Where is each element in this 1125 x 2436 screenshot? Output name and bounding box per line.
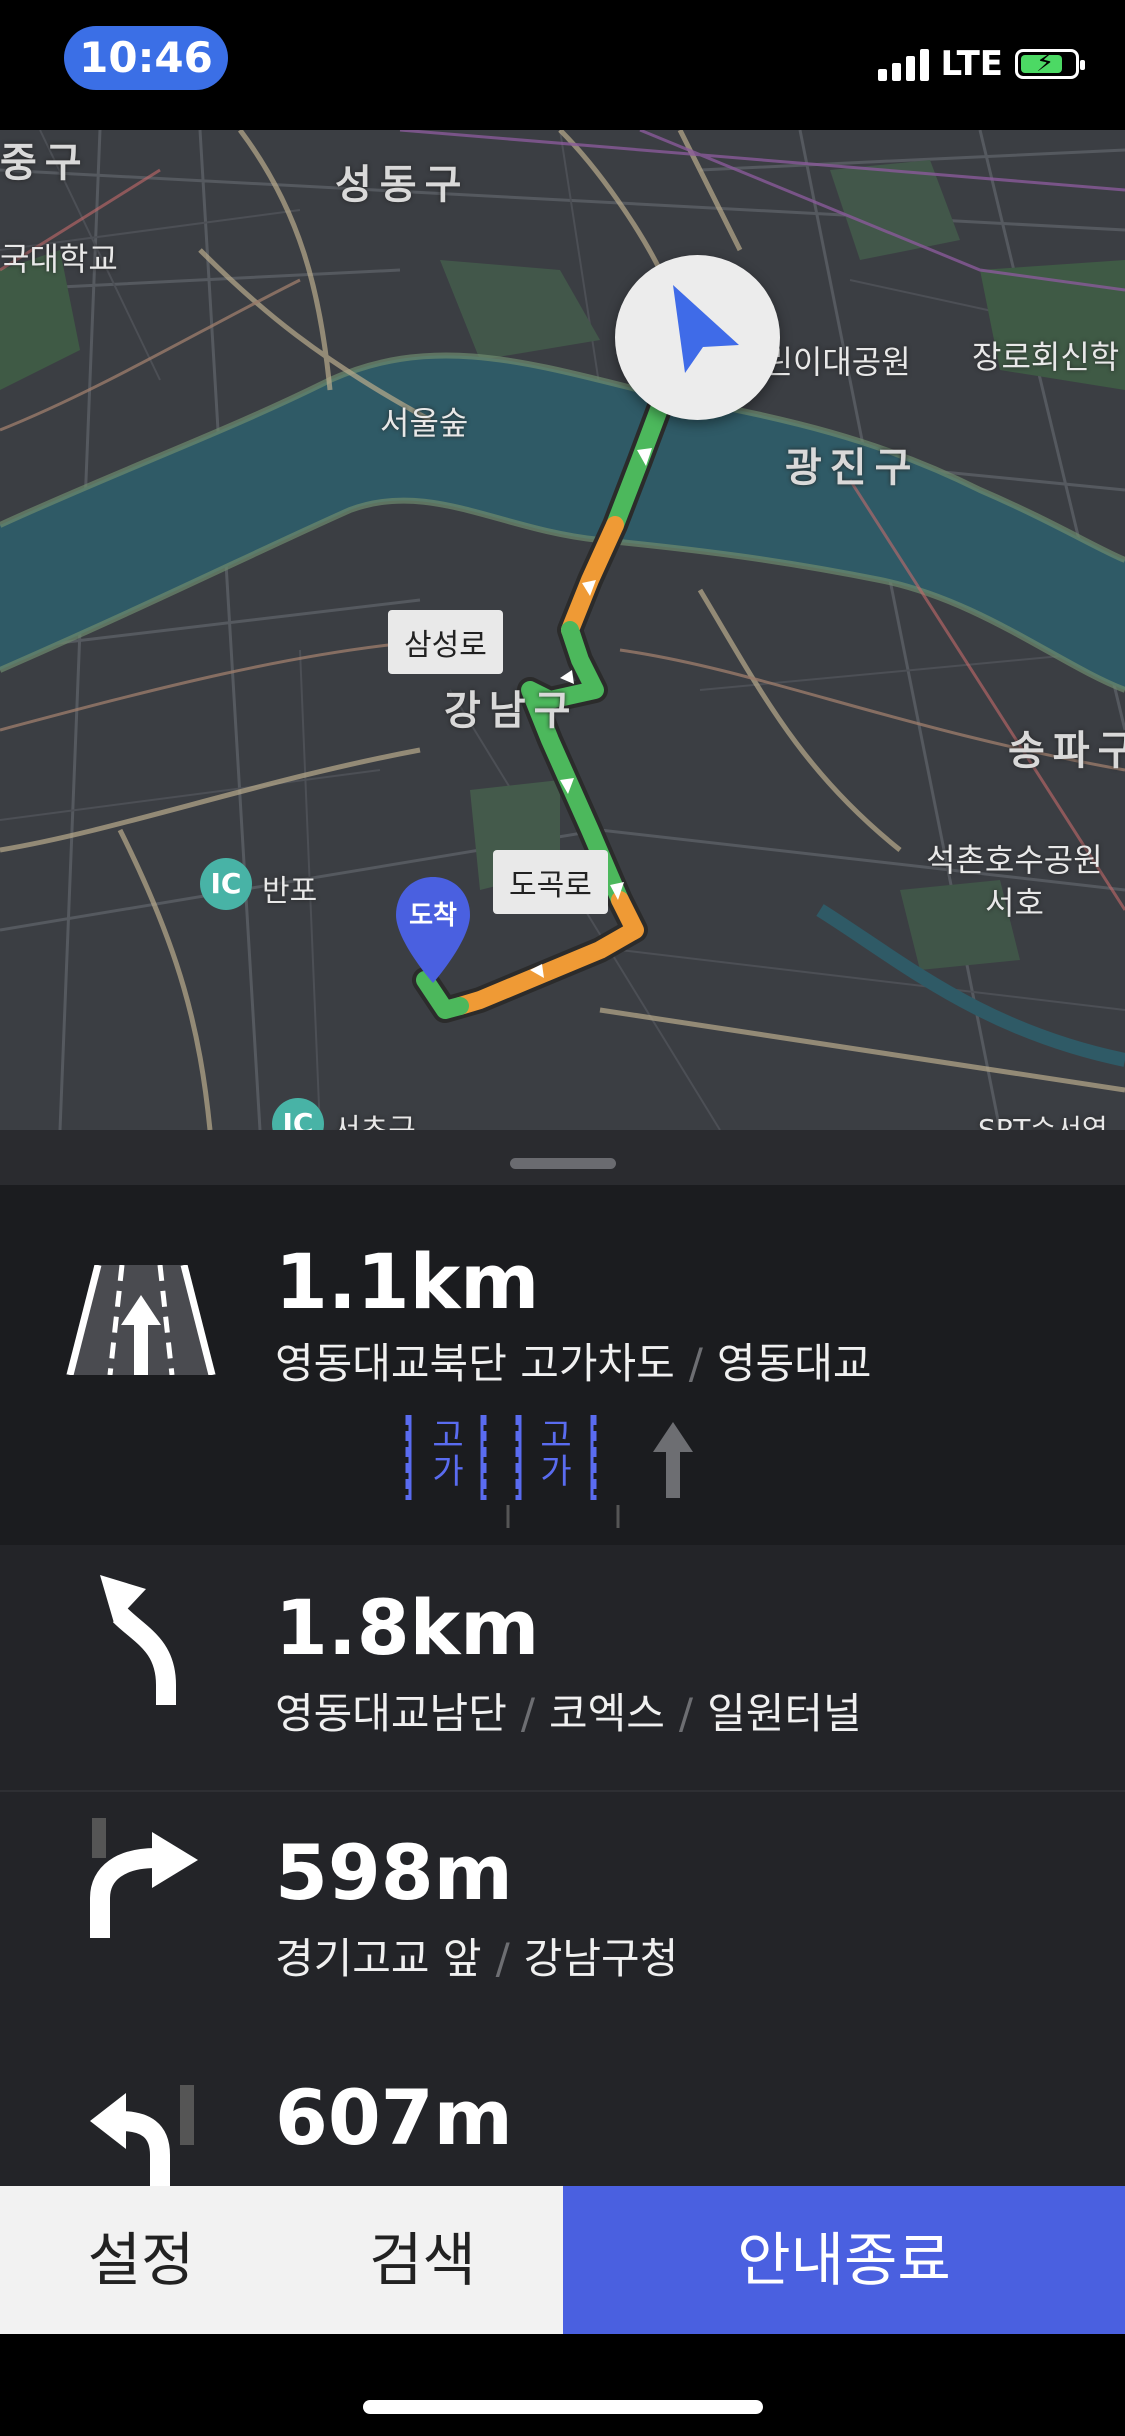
home-indicator[interactable]	[363, 2400, 763, 2414]
turn-right-arrow-icon	[90, 1818, 198, 1938]
lane-label-overpass: 고가	[432, 1416, 464, 1492]
guidance-step[interactable]: 607m	[0, 2035, 1125, 2186]
guidance-step[interactable]: 598m 경기고교 앞 / 강남구청	[0, 1790, 1125, 2035]
guidance-sheet: 1.1km 영동대교북단 고가차도 / 영동대교 고가 고가 1.8km 영동대교남…	[0, 1130, 1125, 2186]
map-label-srt: SRT수서역	[978, 1113, 1108, 1130]
step-distance: 607m	[275, 2073, 513, 2162]
road-name: 강남구청	[523, 1934, 679, 1983]
map-label-banpo: 반포	[262, 874, 318, 909]
road-sign-samseong: 삼성로	[388, 610, 503, 674]
settings-button[interactable]: 설정	[0, 2186, 282, 2334]
road-name: 코엑스	[549, 1689, 665, 1738]
battery-charging-icon: ⚡	[1015, 48, 1085, 79]
road-sign-dogok: 도곡로	[493, 850, 608, 914]
current-location-puck[interactable]	[615, 255, 780, 420]
destination-pin[interactable]: 도착	[392, 875, 474, 987]
map-label-seongdong: 성동구	[335, 162, 470, 208]
bottom-action-bar: 설정 검색 안내종료	[0, 2186, 1125, 2334]
step-distance: 1.1km	[275, 1237, 540, 1326]
status-time: 10:46	[64, 26, 228, 90]
status-bar: 10:46 LTE ⚡	[0, 0, 1125, 130]
map-label-seoul-forest: 서울숲	[380, 404, 469, 442]
ic-badge-banpo: IC	[200, 858, 252, 910]
map-label-gwangjin: 광진구	[785, 445, 920, 491]
turn-left-arrow-icon	[100, 1575, 176, 1705]
map-canvas	[0, 130, 1125, 1130]
home-indicator-area	[0, 2334, 1125, 2436]
straight-lanes-icon	[66, 1265, 216, 1375]
road-name: 경기고교 앞	[275, 1934, 482, 1983]
road-name: 영동대교북단 고가차도	[275, 1339, 675, 1388]
road-name: 영동대교	[716, 1339, 872, 1388]
network-type: LTE	[940, 44, 1003, 84]
destination-pin-label: 도착	[409, 901, 457, 931]
navigation-arrow-icon	[673, 285, 739, 373]
map-label-jangro: 장로회신학	[972, 338, 1120, 376]
step-distance: 598m	[275, 1828, 513, 1917]
road-name: 영동대교남단	[275, 1689, 507, 1738]
map-label-seocho: 서초구	[333, 1105, 416, 1130]
guidance-step-current[interactable]: 1.1km 영동대교북단 고가차도 / 영동대교 고가 고가	[0, 1185, 1125, 1545]
separator: /	[495, 1934, 510, 1983]
guidance-step[interactable]: 1.8km 영동대교남단 / 코엑스 / 일원터널	[0, 1545, 1125, 1792]
step-road-names: 경기고교 앞 / 강남구청	[275, 1925, 678, 1986]
map-label-konkuk: 국대학교	[0, 240, 118, 278]
separator: /	[678, 1689, 694, 1738]
sheet-drag-area[interactable]	[0, 1130, 1125, 1185]
map-label-junggu: 중구	[0, 140, 90, 186]
separator: /	[688, 1339, 703, 1388]
step-distance: 1.8km	[275, 1583, 540, 1672]
map-label-seoho: 서호	[985, 884, 1044, 922]
end-guidance-button[interactable]: 안내종료	[563, 2186, 1125, 2334]
u-turn-arrow-icon	[90, 2085, 194, 2186]
lane-label-overpass: 고가	[540, 1416, 572, 1492]
map-label-gangnam: 강남구	[444, 688, 579, 734]
step-road-names: 영동대교북단 고가차도 / 영동대교	[275, 1330, 871, 1391]
search-button[interactable]: 검색	[282, 2186, 563, 2334]
navigation-map[interactable]: 중구 성동구 국대학교 서울숲 어린이대공원 장로회신학 광진구 강남구 송파구…	[0, 130, 1125, 1130]
separator: /	[520, 1689, 535, 1738]
step-road-names: 영동대교남단 / 코엑스 / 일원터널	[275, 1680, 862, 1741]
road-name: 일원터널	[707, 1689, 862, 1738]
status-indicators: LTE ⚡	[877, 44, 1085, 84]
lane-guidance: 고가 고가	[400, 1410, 710, 1528]
sheet-drag-handle[interactable]	[510, 1158, 616, 1169]
map-label-seokchon: 석촌호수공원	[926, 841, 1103, 879]
map-label-songpa: 송파구	[1008, 728, 1125, 774]
cellular-signal-icon	[877, 47, 929, 81]
